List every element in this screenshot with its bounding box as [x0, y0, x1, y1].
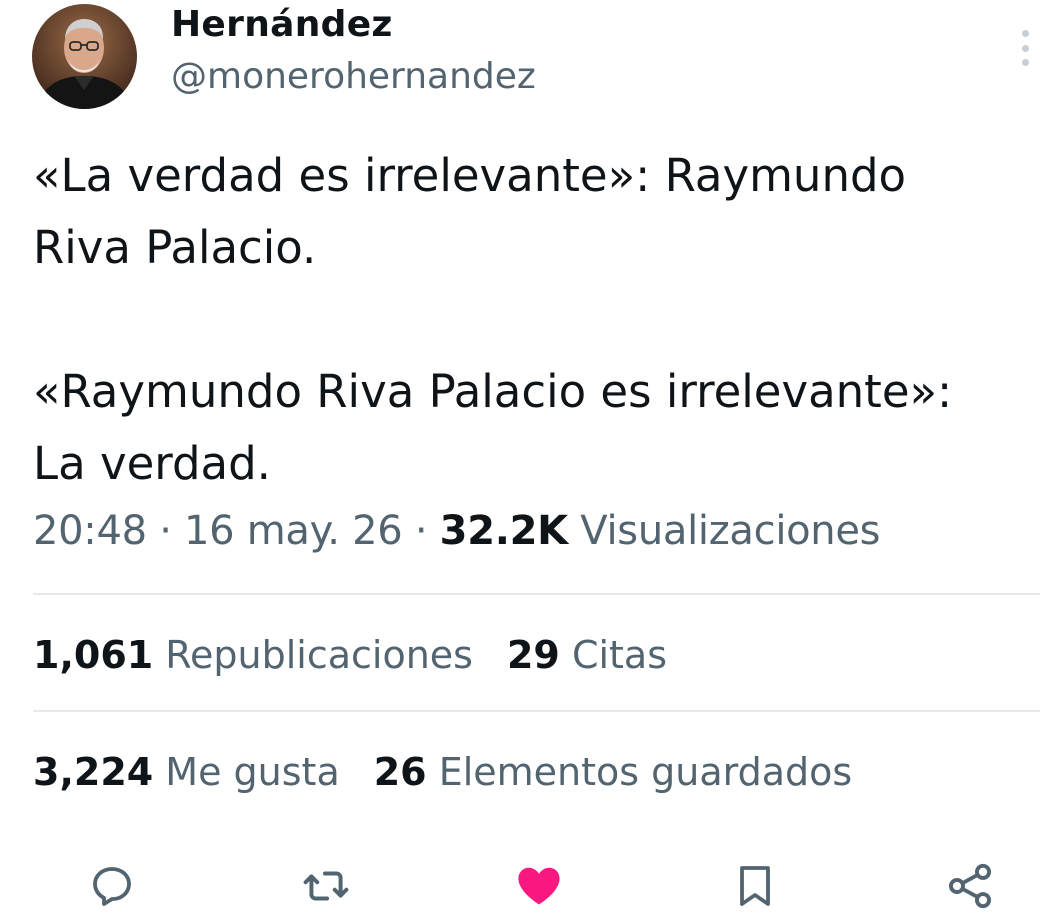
- reposts-label: Republicaciones: [165, 633, 473, 677]
- reply-button[interactable]: [82, 856, 142, 916]
- meta-separator: ·: [402, 508, 440, 554]
- reposts-count: 1,061: [33, 633, 154, 677]
- more-dot: [1021, 59, 1029, 66]
- tweet-text: «La verdad es irrelevante»: Raymundo Riv…: [33, 149, 953, 490]
- stats-row-likes: 3,224 Me gusta 26 Elementos guardados: [33, 750, 852, 794]
- likes-stat[interactable]: 3,224 Me gusta: [33, 750, 340, 794]
- bookmarks-label: Elementos guardados: [438, 750, 853, 794]
- quotes-label: Citas: [571, 633, 668, 677]
- stats-row-reposts: 1,061 Republicaciones 29 Citas: [33, 633, 667, 677]
- display-name[interactable]: Hernández: [171, 4, 393, 45]
- repost-button[interactable]: [296, 856, 356, 916]
- tweet-header: Hernández @monerohernandez: [0, 0, 1040, 120]
- meta-separator: ·: [146, 508, 185, 554]
- heart-icon: [518, 867, 560, 905]
- avatar[interactable]: [32, 4, 137, 109]
- reply-icon: [93, 867, 131, 906]
- reposts-stat[interactable]: 1,061 Republicaciones: [33, 633, 473, 677]
- tweet-date[interactable]: 16 may. 26: [184, 508, 403, 554]
- more-vertical-icon[interactable]: [1008, 26, 1040, 70]
- bookmark-icon: [740, 866, 770, 906]
- likes-label: Me gusta: [165, 750, 340, 794]
- more-dot: [1021, 44, 1029, 52]
- share-icon: [948, 863, 992, 909]
- action-bar: [0, 856, 1040, 919]
- views-count: 32.2K: [439, 508, 569, 554]
- likes-count: 3,224: [33, 750, 154, 794]
- share-button[interactable]: [940, 856, 1000, 916]
- bookmarks-count: 26: [373, 750, 427, 794]
- bookmark-button[interactable]: [725, 856, 785, 916]
- divider: [33, 710, 1040, 712]
- repost-icon: [303, 871, 349, 901]
- more-dot: [1021, 30, 1029, 37]
- tweet-meta: 20:48 · 16 may. 26 · 32.2K Visualizacion…: [33, 508, 881, 554]
- views-label: Visualizaciones: [580, 508, 881, 554]
- divider: [33, 593, 1040, 595]
- avatar-image: [32, 4, 137, 109]
- user-handle[interactable]: @monerohernandez: [171, 56, 536, 97]
- like-button[interactable]: [509, 856, 569, 916]
- quotes-stat[interactable]: 29 Citas: [507, 633, 667, 677]
- tweet-time[interactable]: 20:48: [33, 508, 147, 554]
- bookmarks-stat[interactable]: 26 Elementos guardados: [374, 750, 852, 794]
- quotes-count: 29: [506, 633, 560, 677]
